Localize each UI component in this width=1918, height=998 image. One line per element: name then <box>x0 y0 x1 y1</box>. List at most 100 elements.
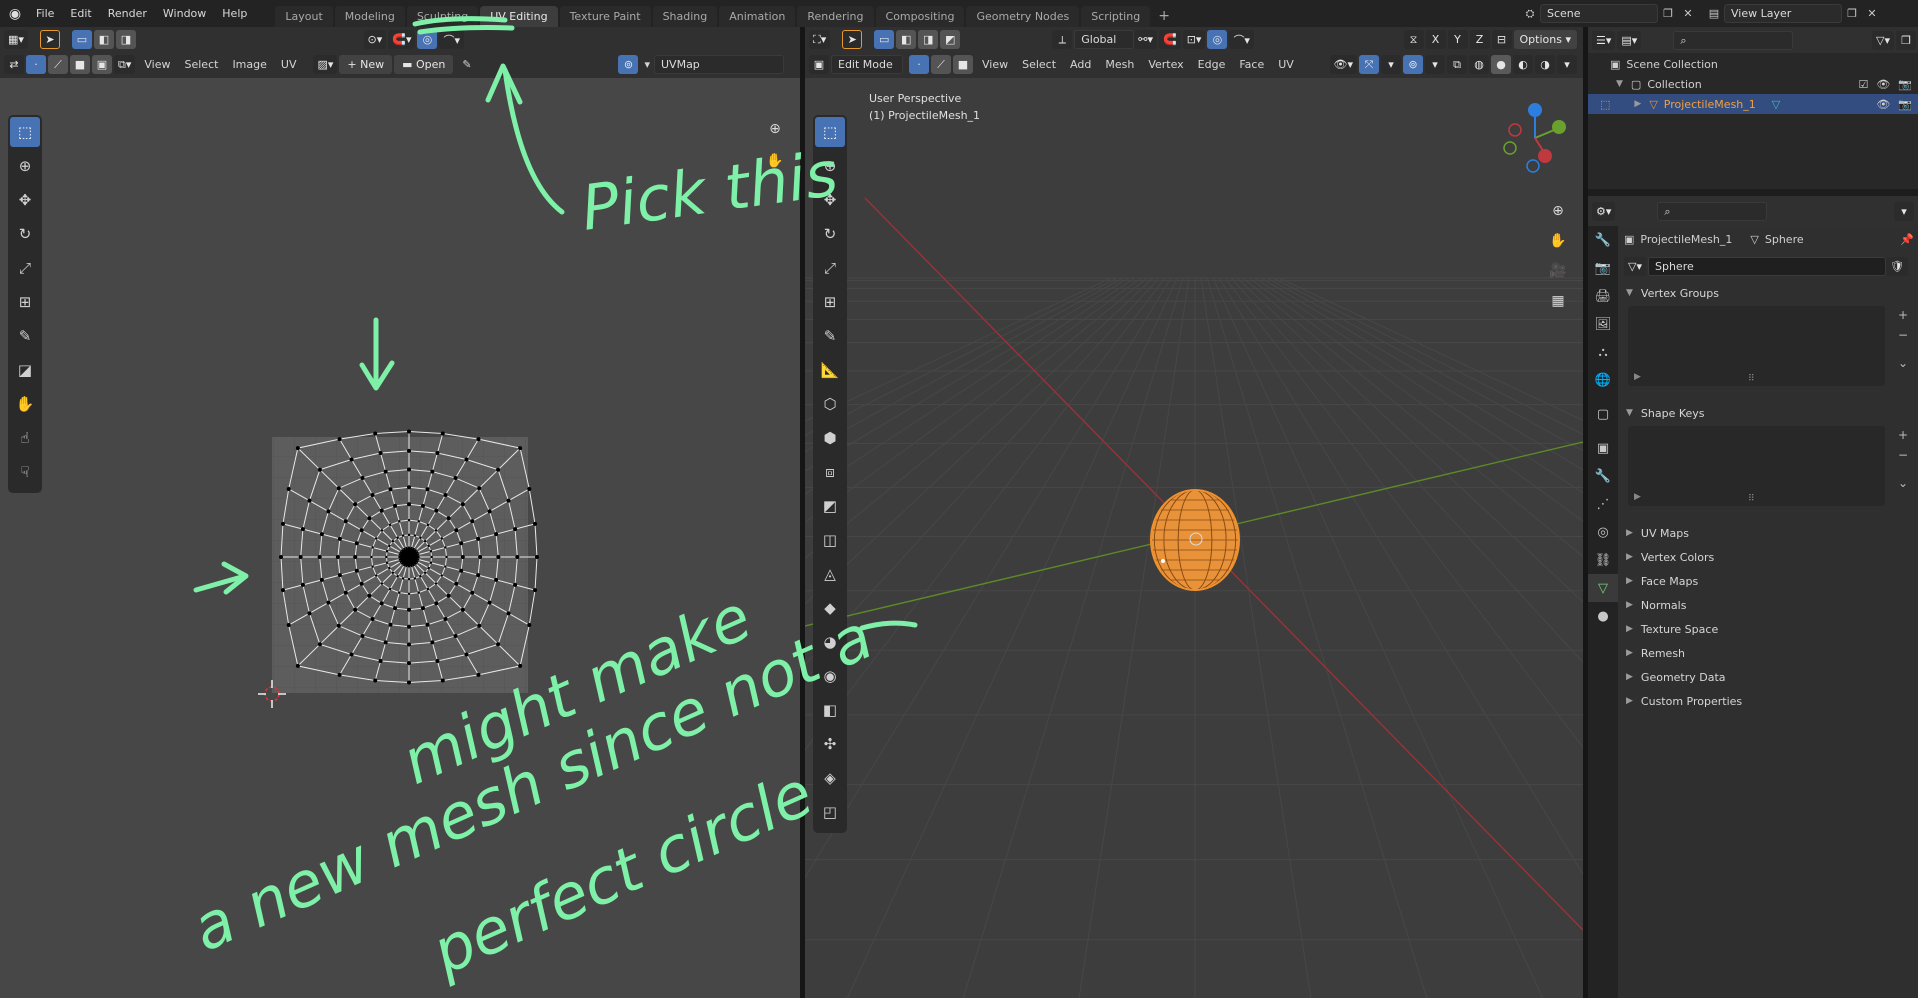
menu-vp-vertex[interactable]: Vertex <box>1141 58 1190 71</box>
select-mode-extend-icon[interactable]: ◧ <box>93 30 114 49</box>
visibility-icon[interactable]: 👁▾ <box>1329 55 1357 74</box>
viewport-canvas[interactable]: User Perspective (1) ProjectileMesh_1 ⬚ … <box>805 78 1583 998</box>
edge-select-mode-icon[interactable]: ⟋ <box>931 55 951 74</box>
uvmap-field[interactable]: UVMap <box>654 55 784 74</box>
menu-vp-select[interactable]: Select <box>1015 58 1063 71</box>
tab-layout[interactable]: Layout <box>275 6 333 27</box>
outliner-search-field[interactable]: ⌕ <box>1673 30 1794 50</box>
select-mode-new-icon[interactable]: ▭ <box>71 30 92 49</box>
menu-edit[interactable]: Edit <box>62 0 99 27</box>
new-image-button[interactable]: + New <box>339 55 393 74</box>
blender-logo-icon[interactable]: ◉ <box>2 0 28 27</box>
render-tab-icon[interactable]: 📷 <box>1588 254 1618 282</box>
solid-shading-icon[interactable]: ● <box>1491 55 1511 74</box>
constraints-tab-icon[interactable]: ⛓ <box>1588 546 1618 574</box>
overlays-dropdown-icon[interactable]: ▾ <box>1425 55 1445 74</box>
exclude-checkbox[interactable]: ☑ <box>1858 78 1868 91</box>
properties-editor-type-icon[interactable]: ⚙▾ <box>1592 201 1616 221</box>
shape-keys-list[interactable]: ▶ ⠿ <box>1628 426 1885 506</box>
new-scene-icon[interactable]: ❐ <box>1658 4 1678 23</box>
panel-remesh[interactable]: ▶ Remesh <box>1626 643 1685 663</box>
auto-merge-icon[interactable]: ⊟ <box>1491 30 1512 49</box>
delete-view-layer-icon[interactable]: ✕ <box>1862 4 1882 23</box>
vertex-group-specials-icon[interactable]: ⌄ <box>1894 354 1912 372</box>
scene-icon[interactable]: ⛭ <box>1520 4 1540 23</box>
mirror-icon[interactable]: ⧖ <box>1403 30 1424 49</box>
vp-scale-tool-icon[interactable]: ⤢ <box>815 253 845 283</box>
camera-view-icon[interactable]: 🎥 <box>1545 258 1571 284</box>
vp-pan-icon[interactable]: ✋ <box>1545 228 1571 254</box>
mirror-z-toggle[interactable]: Z <box>1469 30 1490 49</box>
scene-tab-icon[interactable]: ⛬ <box>1588 338 1618 366</box>
vertex-select-mode-icon[interactable]: · <box>909 55 929 74</box>
tool-tab-icon[interactable]: 🔧 <box>1588 226 1618 254</box>
fake-user-icon[interactable]: 🛡 <box>1886 256 1908 276</box>
image-browse-icon[interactable]: ▨▾ <box>313 55 338 74</box>
vp-measure-tool-icon[interactable]: 📐 <box>815 355 845 385</box>
rendered-shading-icon[interactable]: ◑ <box>1535 55 1555 74</box>
new-collection-icon[interactable]: ❐ <box>1896 30 1916 50</box>
smooth-tool-icon[interactable]: ◉ <box>815 661 845 691</box>
menu-vp-add[interactable]: Add <box>1063 58 1098 71</box>
tab-shading[interactable]: Shading <box>652 6 718 27</box>
menu-uv-view[interactable]: View <box>137 58 177 71</box>
tab-scripting[interactable]: Scripting <box>1081 6 1151 27</box>
proportional-edit-icon[interactable]: ◎ <box>417 30 438 49</box>
outliner-editor-type-icon[interactable]: ☰▾ <box>1592 30 1616 50</box>
overlay-dropdown-icon[interactable]: ▾ <box>640 58 654 71</box>
vp-move-tool-icon[interactable]: ✥ <box>815 185 845 215</box>
object-expand-icon[interactable]: ▶ <box>1634 99 1641 109</box>
menu-render[interactable]: Render <box>100 0 155 27</box>
collection-tab-icon[interactable]: ▢ <box>1588 400 1618 428</box>
options-dropdown[interactable]: Options ▾ <box>1513 30 1577 49</box>
physics-tab-icon[interactable]: ◎ <box>1588 518 1618 546</box>
vp-transform-tool-icon[interactable]: ⊞ <box>815 287 845 317</box>
overlay-toggle-icon[interactable]: ⊚ <box>618 55 639 74</box>
vp-select-intersect-icon[interactable]: ◩ <box>940 30 961 49</box>
edge-slide-tool-icon[interactable]: ◧ <box>815 695 845 725</box>
orientation-icon[interactable]: ⟂ <box>1052 30 1073 49</box>
viewport-select-tool-icon[interactable]: ➤ <box>842 30 863 49</box>
uv-canvas[interactable]: ⬚ ⊕ ✥ ↻ ⤢ ⊞ ✎ ◪ ✋ ☝ ☟ ⊕ ✋ <box>0 78 800 998</box>
remove-vertex-group-icon[interactable]: − <box>1894 326 1912 344</box>
pin-data-icon[interactable]: 📌 <box>1900 233 1914 246</box>
tab-rendering[interactable]: Rendering <box>797 6 874 27</box>
output-tab-icon[interactable]: 🖨 <box>1588 282 1618 310</box>
tab-animation[interactable]: Animation <box>719 6 796 27</box>
extrude-tool-icon[interactable]: ⬢ <box>815 423 845 453</box>
menu-file[interactable]: File <box>28 0 62 27</box>
collection-expand-icon[interactable]: ▼ <box>1616 79 1623 89</box>
vp-cursor-tool-icon[interactable]: ⊕ <box>815 151 845 181</box>
menu-vp-mesh[interactable]: Mesh <box>1098 58 1141 71</box>
vp-select-tool-icon[interactable]: ⬚ <box>815 117 845 147</box>
panel-geometry-data[interactable]: ▶ Geometry Data <box>1626 667 1726 687</box>
properties-options-icon[interactable]: ▾ <box>1894 201 1914 221</box>
pin-icon[interactable]: ✎ <box>455 58 478 71</box>
panel-texture-space[interactable]: ▶ Texture Space <box>1626 619 1718 639</box>
vp-select-new-icon[interactable]: ▭ <box>874 30 895 49</box>
menu-uv-image[interactable]: Image <box>225 58 273 71</box>
vp-pivot-icon[interactable]: ⚯▾ <box>1134 30 1157 49</box>
gizmo-toggle-icon[interactable]: ⤧ <box>1359 55 1379 74</box>
spin-tool-icon[interactable]: ◕ <box>815 627 845 657</box>
remove-shape-key-icon[interactable]: − <box>1894 446 1912 464</box>
tab-compositing[interactable]: Compositing <box>875 6 965 27</box>
particles-tab-icon[interactable]: ⋰ <box>1588 490 1618 518</box>
vp-rotate-tool-icon[interactable]: ↻ <box>815 219 845 249</box>
panel-custom-properties[interactable]: ▶ Custom Properties <box>1626 691 1742 711</box>
mode-dropdown[interactable]: Edit Mode <box>831 55 903 74</box>
vertex-groups-list[interactable]: ▶ ⠿ <box>1628 306 1885 386</box>
scene-name-field[interactable]: Scene <box>1540 4 1658 23</box>
mirror-x-toggle[interactable]: X <box>1425 30 1446 49</box>
add-vertex-group-icon[interactable]: + <box>1894 306 1912 324</box>
face-select-mode-icon[interactable]: ■ <box>953 55 973 74</box>
uv-edge-select-icon[interactable]: ⟋ <box>48 55 68 74</box>
tab-texture-paint[interactable]: Texture Paint <box>559 6 651 27</box>
snap-icon[interactable]: 🧲▾ <box>388 30 416 49</box>
mesh-data-icon[interactable]: ▽ <box>1772 98 1780 111</box>
tree-object-row[interactable]: ⬚ ▶ ▽ ProjectileMesh_1 ▽ 👁 📷 <box>1588 94 1918 114</box>
menu-vp-view[interactable]: View <box>975 58 1015 71</box>
add-workspace-icon[interactable]: + <box>1152 6 1176 27</box>
view-layer-field[interactable]: View Layer <box>1724 4 1842 23</box>
mesh-data-tab-icon[interactable]: ▽ <box>1588 574 1618 602</box>
